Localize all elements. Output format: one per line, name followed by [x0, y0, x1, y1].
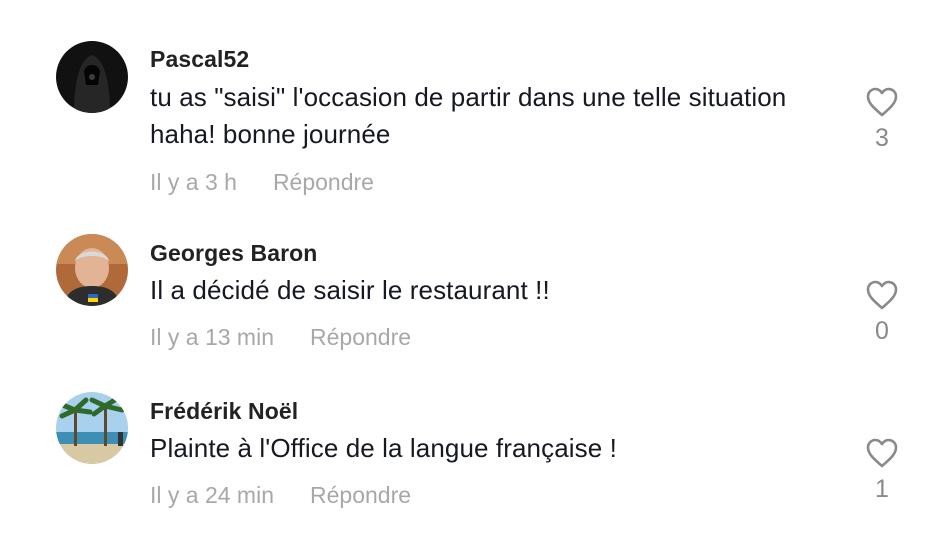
comment-username[interactable]: Frédérik Noël	[150, 398, 298, 425]
avatar[interactable]	[56, 392, 128, 464]
previous-comment-meta-clipped: …	[150, 0, 470, 4]
like-count: 3	[875, 124, 889, 152]
heart-outline-icon	[866, 87, 898, 117]
comment-username[interactable]: Pascal52	[150, 46, 249, 73]
comment-meta: Il y a 3 h Répondre	[150, 169, 374, 196]
comment-timestamp: Il y a 3 h	[150, 169, 237, 195]
comment-meta: Il y a 13 min Répondre	[150, 324, 411, 351]
comment-meta: Il y a 24 min Répondre	[150, 482, 411, 509]
comment-timestamp: Il y a 24 min	[150, 482, 274, 508]
like-count: 0	[875, 317, 889, 345]
reply-button[interactable]: Répondre	[310, 482, 411, 508]
like-count: 1	[875, 475, 889, 503]
reply-button[interactable]: Répondre	[273, 169, 374, 195]
avatar[interactable]	[56, 234, 128, 306]
like-button[interactable]: 0	[862, 279, 902, 346]
avatar[interactable]	[56, 41, 128, 113]
heart-outline-icon	[866, 280, 898, 310]
reply-button[interactable]: Répondre	[310, 324, 411, 350]
comment-text: Il a décidé de saisir le restaurant !!	[150, 275, 550, 305]
like-button[interactable]: 1	[862, 437, 902, 504]
heart-outline-icon	[866, 438, 898, 468]
comment-text: Plainte à l'Office de la langue français…	[150, 433, 617, 463]
comment-username[interactable]: Georges Baron	[150, 240, 317, 267]
like-button[interactable]: 3	[862, 86, 902, 153]
comment-timestamp: Il y a 13 min	[150, 324, 274, 350]
comment-text: tu as "saisi" l'occasion de partir dans …	[150, 82, 787, 149]
